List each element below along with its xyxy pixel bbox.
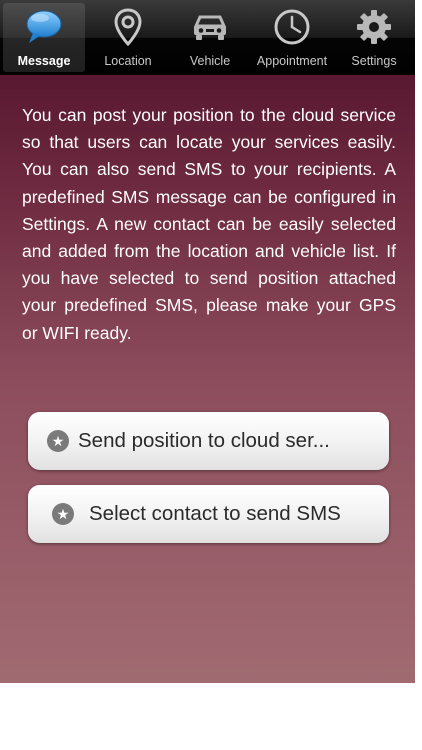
tab-label: Settings [351, 54, 397, 68]
tab-label: Message [17, 54, 71, 68]
car-icon [190, 7, 230, 47]
tab-bar: Message Location Vehicle Appointment Set… [0, 0, 415, 75]
app-screen: Message Location Vehicle Appointment Set… [0, 0, 415, 683]
star-icon: ★ [52, 503, 74, 525]
star-icon: ★ [47, 430, 69, 452]
map-pin-icon [108, 7, 148, 47]
tab-settings[interactable]: Settings [333, 0, 415, 75]
tab-label: Vehicle [189, 54, 231, 68]
tab-label: Location [104, 54, 152, 68]
gear-icon [354, 7, 394, 47]
send-position-button[interactable]: ★ Send position to cloud ser... [28, 412, 389, 470]
select-contact-button[interactable]: ★ Select contact to send SMS [28, 485, 389, 543]
clock-icon [272, 7, 312, 47]
tab-message[interactable]: Message [3, 3, 85, 72]
send-position-label: Send position to cloud ser... [78, 429, 330, 452]
tab-location[interactable]: Location [87, 0, 169, 75]
intro-text: You can post your position to the cloud … [22, 105, 396, 343]
tab-appointment[interactable]: Appointment [251, 0, 333, 75]
tab-label: Appointment [256, 54, 328, 68]
select-contact-label: Select contact to send SMS [89, 502, 341, 525]
tab-vehicle[interactable]: Vehicle [169, 0, 251, 75]
speech-bubble-icon [24, 7, 64, 47]
